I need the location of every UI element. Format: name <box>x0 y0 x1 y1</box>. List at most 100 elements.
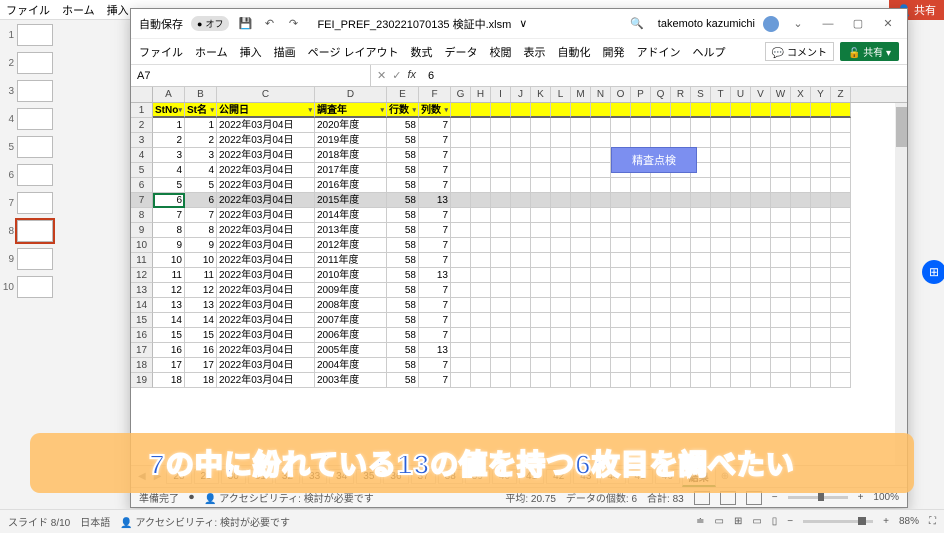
cell[interactable]: 15 <box>153 328 185 343</box>
cell[interactable]: 2 <box>185 133 217 148</box>
cell[interactable]: 2022年03月04日 <box>217 193 315 208</box>
ppt-zoom-out[interactable]: − <box>787 516 793 527</box>
ribbon-tab[interactable]: 描画 <box>274 44 296 60</box>
cell[interactable]: 58 <box>387 148 419 163</box>
column-header[interactable]: T <box>711 87 731 102</box>
cell[interactable]: 4 <box>185 163 217 178</box>
ribbon-tab[interactable]: ファイル <box>139 44 183 60</box>
table-row[interactable]: 1110102022年03月04日2011年度587 <box>131 253 895 268</box>
cell[interactable]: 2022年03月04日 <box>217 343 315 358</box>
cell[interactable]: 13 <box>419 268 451 283</box>
menu-insert[interactable]: 挿入 <box>107 2 129 18</box>
header-cell[interactable]: 行数▾ <box>387 103 419 118</box>
header-cell[interactable]: 公開日▾ <box>217 103 315 118</box>
ribbon-tab[interactable]: データ <box>445 44 478 60</box>
table-row[interactable]: 6552022年03月04日2016年度587 <box>131 178 895 193</box>
ppt-zoom-slider[interactable] <box>803 520 873 523</box>
column-header[interactable]: K <box>531 87 551 102</box>
cell[interactable]: 7 <box>419 283 451 298</box>
cell[interactable]: 2008年度 <box>315 298 387 313</box>
ribbon-tab[interactable]: アドイン <box>637 44 681 60</box>
ribbon-display-icon[interactable]: ⌄ <box>787 17 809 30</box>
column-header[interactable]: M <box>571 87 591 102</box>
table-row[interactable]: 10992022年03月04日2012年度587 <box>131 238 895 253</box>
cell[interactable]: 10 <box>185 253 217 268</box>
cell[interactable]: 7 <box>419 133 451 148</box>
cell[interactable]: 9 <box>153 238 185 253</box>
cell[interactable]: 58 <box>387 283 419 298</box>
table-row[interactable]: 5442022年03月04日2017年度587 <box>131 163 895 178</box>
menu-file[interactable]: ファイル <box>6 2 50 18</box>
zoom-out[interactable]: − <box>772 492 778 503</box>
cell[interactable]: 58 <box>387 373 419 388</box>
column-header[interactable]: H <box>471 87 491 102</box>
cell[interactable]: 13 <box>419 193 451 208</box>
column-header[interactable]: S <box>691 87 711 102</box>
cell[interactable]: 7 <box>419 373 451 388</box>
formula-input[interactable]: 6 <box>422 70 440 82</box>
ribbon-tab[interactable]: 挿入 <box>240 44 262 60</box>
cell[interactable]: 2016年度 <box>315 178 387 193</box>
spreadsheet-grid[interactable]: ABCDEFGHIJKLMNOPQRSTUVWXYZ 1StNo▾St名▾公開日… <box>131 87 907 465</box>
cell[interactable]: 7 <box>419 253 451 268</box>
inspect-button[interactable]: 精査点検 <box>611 147 697 173</box>
cell[interactable]: 2010年度 <box>315 268 387 283</box>
cell[interactable]: 58 <box>387 328 419 343</box>
comments-button[interactable]: 💬 コメント <box>765 42 834 61</box>
cell[interactable]: 2018年度 <box>315 148 387 163</box>
slide-thumbnail[interactable]: 6 <box>2 164 54 186</box>
cell[interactable]: 2022年03月04日 <box>217 253 315 268</box>
column-header[interactable]: F <box>419 87 451 102</box>
column-header[interactable]: A <box>153 87 185 102</box>
cell[interactable]: 2003年度 <box>315 373 387 388</box>
cell[interactable]: 58 <box>387 343 419 358</box>
cell[interactable]: 14 <box>153 313 185 328</box>
cell[interactable]: 13 <box>153 298 185 313</box>
cancel-icon[interactable]: ✕ <box>377 69 386 82</box>
cell[interactable]: 58 <box>387 238 419 253</box>
cell[interactable]: 58 <box>387 223 419 238</box>
username[interactable]: takemoto kazumichi <box>658 18 755 30</box>
cell[interactable]: 5 <box>153 178 185 193</box>
cell[interactable]: 7 <box>419 208 451 223</box>
column-header[interactable]: W <box>771 87 791 102</box>
header-cell[interactable]: St名▾ <box>185 103 217 118</box>
slide-thumbnail[interactable]: 2 <box>2 52 54 74</box>
cell[interactable]: 58 <box>387 163 419 178</box>
table-row[interactable]: 1615152022年03月04日2006年度587 <box>131 328 895 343</box>
cell[interactable]: 9 <box>185 238 217 253</box>
cell[interactable]: 10 <box>153 253 185 268</box>
column-header[interactable]: Z <box>831 87 851 102</box>
column-header[interactable]: E <box>387 87 419 102</box>
column-header[interactable]: J <box>511 87 531 102</box>
cell[interactable]: 2007年度 <box>315 313 387 328</box>
cell[interactable]: 7 <box>419 223 451 238</box>
cell[interactable]: 6 <box>185 193 217 208</box>
column-header[interactable]: D <box>315 87 387 102</box>
enter-icon[interactable]: ✓ <box>392 69 401 82</box>
cell[interactable]: 2019年度 <box>315 133 387 148</box>
cell[interactable]: 3 <box>185 148 217 163</box>
cell[interactable]: 2005年度 <box>315 343 387 358</box>
ribbon-tab[interactable]: ホーム <box>195 44 228 60</box>
cell[interactable]: 2015年度 <box>315 193 387 208</box>
cell[interactable]: 58 <box>387 298 419 313</box>
cell[interactable]: 2022年03月04日 <box>217 178 315 193</box>
cell[interactable]: 7 <box>153 208 185 223</box>
column-header[interactable]: Q <box>651 87 671 102</box>
table-row[interactable]: 9882022年03月04日2013年度587 <box>131 223 895 238</box>
cell[interactable]: 12 <box>153 283 185 298</box>
slide-thumbnail[interactable]: 5 <box>2 136 54 158</box>
ribbon-tab[interactable]: 表示 <box>524 44 546 60</box>
cell[interactable]: 5 <box>185 178 217 193</box>
column-header[interactable]: L <box>551 87 571 102</box>
zoom-level[interactable]: 100% <box>873 492 899 503</box>
slide-counter[interactable]: スライド 8/10 <box>8 514 70 529</box>
cell[interactable]: 2009年度 <box>315 283 387 298</box>
cell[interactable]: 2022年03月04日 <box>217 298 315 313</box>
redo-icon[interactable]: ↷ <box>285 16 301 32</box>
cell[interactable]: 2022年03月04日 <box>217 208 315 223</box>
ppt-zoom-level[interactable]: 88% <box>899 516 919 527</box>
slide-thumbnail[interactable]: 3 <box>2 80 54 102</box>
cell[interactable]: 17 <box>153 358 185 373</box>
